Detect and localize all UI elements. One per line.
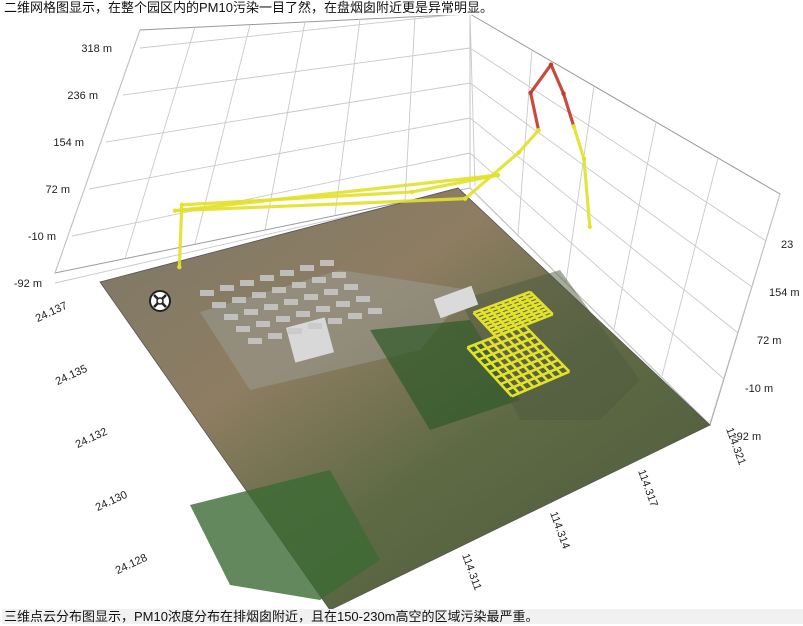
building: [368, 308, 382, 314]
building: [276, 316, 290, 322]
flight-path-segment: [528, 91, 541, 132]
data-point: [516, 150, 521, 155]
building: [328, 318, 342, 324]
building: [300, 265, 314, 271]
x-gridline: [334, 19, 361, 216]
building: [288, 328, 302, 334]
building: [252, 292, 266, 298]
building: [240, 280, 254, 286]
building: [312, 277, 326, 283]
data-point: [581, 156, 587, 162]
y-tick-label: 24.132: [74, 426, 110, 451]
building: [316, 306, 330, 312]
building: [220, 285, 234, 291]
building: [224, 314, 238, 320]
building: [256, 321, 270, 327]
building: [272, 287, 286, 293]
building: [236, 326, 250, 332]
z-tick-label-right: 72 m: [757, 335, 781, 347]
z-gridline-left: [122, 47, 471, 96]
x-tick-label: 114.317: [635, 468, 660, 509]
building: [292, 282, 306, 288]
compass-icon: [149, 290, 171, 312]
building: [244, 309, 258, 315]
chart-3d-plot: -92 m-10 m72 m154 m236 m318 m-92 m-10 m7…: [14, 12, 800, 611]
z-tick-label-left: -10 m: [28, 231, 56, 243]
y-tick-label: 24.128: [114, 552, 150, 577]
building: [268, 333, 282, 339]
building: [324, 289, 338, 295]
caption-top: 二维网格图显示，在整个园区内的PM10污染一目了然，在盘烟囱附近更是异常明显。: [2, 0, 495, 15]
x-tick-label: 114.314: [547, 510, 572, 551]
data-point: [172, 208, 178, 213]
data-point: [177, 264, 182, 270]
data-point: [587, 224, 592, 229]
y-tick-label: 24.137: [34, 300, 70, 325]
x-gridline: [124, 27, 196, 259]
z-tick-label-right: -10 m: [745, 383, 773, 395]
building: [200, 290, 214, 296]
building: [232, 297, 246, 303]
data-point: [561, 91, 566, 96]
building: [260, 275, 274, 281]
y-tick-label: 24.130: [94, 489, 130, 514]
caption-bottom: 三维点云分布图显示，PM10浓度分布在排烟囱附近，且在150-230m高空的区域…: [2, 609, 803, 624]
z-tick-label-left: 236 m: [67, 90, 98, 102]
x-tick-label: 114.311: [459, 552, 483, 592]
flight-path-segment: [517, 128, 541, 155]
y-gridline: [613, 121, 657, 330]
data-point: [495, 172, 501, 178]
building: [320, 260, 334, 266]
z-tick-label-left: 72 m: [46, 184, 70, 196]
x-gridline: [404, 16, 416, 201]
data-point: [179, 202, 185, 208]
y-gridline: [517, 49, 533, 236]
data-point: [536, 127, 541, 133]
building: [356, 296, 370, 302]
building: [348, 313, 362, 319]
building: [336, 301, 350, 307]
building: [284, 299, 298, 305]
data-point: [409, 189, 415, 195]
y-tick-label: 24.135: [54, 363, 90, 388]
data-point: [548, 62, 554, 67]
building: [248, 338, 262, 344]
z-tick-label-right: 154 m: [769, 287, 800, 299]
data-point: [528, 90, 533, 96]
data-point: [571, 124, 576, 129]
z-tick-label-left: 154 m: [53, 137, 84, 149]
building: [264, 304, 278, 310]
x-gridline: [54, 29, 141, 274]
building: [304, 294, 318, 300]
building: [280, 270, 294, 276]
flight-path-segment: [549, 63, 566, 96]
z-tick-label-left: 318 m: [81, 43, 112, 55]
building: [308, 323, 322, 329]
building: [332, 272, 346, 278]
z-tick-label-right: 23: [781, 239, 793, 251]
flight-path-segment: [528, 63, 553, 95]
z-gridline-right: [469, 47, 767, 242]
building: [296, 311, 310, 317]
flight-path-segment: [463, 150, 521, 201]
data-point: [462, 196, 468, 201]
x-gridline: [469, 13, 476, 187]
building: [212, 302, 226, 308]
building: [344, 284, 358, 290]
z-gridline-left: [139, 12, 471, 49]
flight-path-segment: [572, 124, 586, 161]
z-tick-label-left: -92 m: [14, 278, 42, 290]
flight-path-segment: [177, 203, 184, 269]
y-gridline: [661, 157, 719, 377]
